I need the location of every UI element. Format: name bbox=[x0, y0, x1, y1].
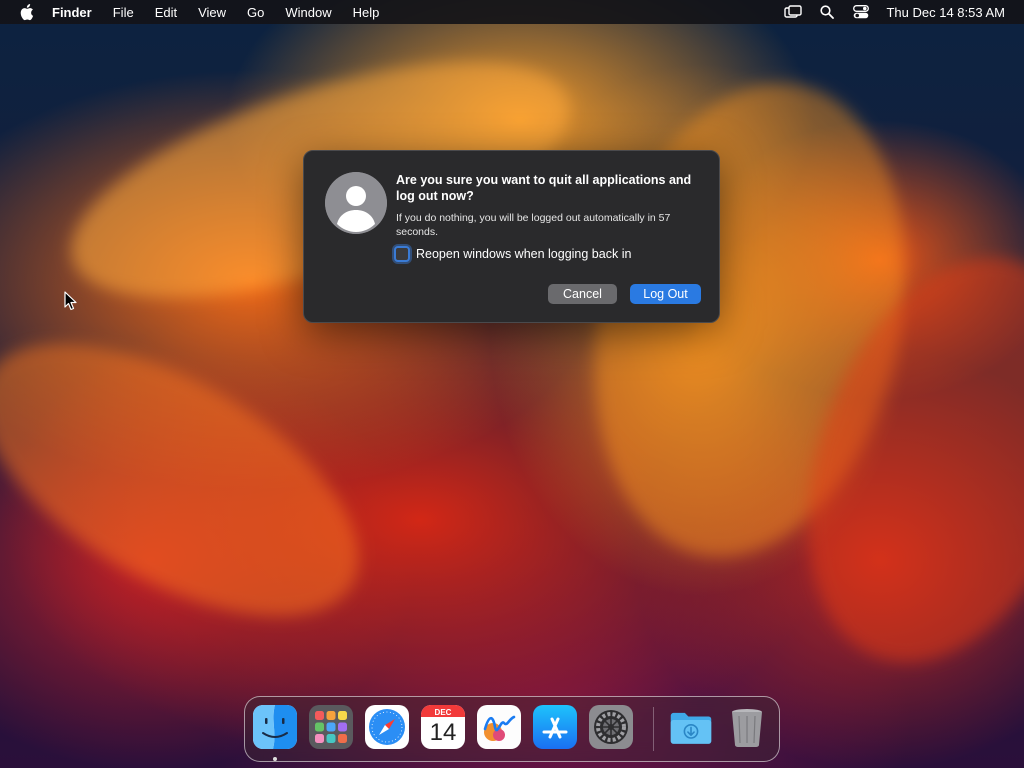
menu-go[interactable]: Go bbox=[247, 5, 264, 20]
finder-icon[interactable] bbox=[253, 705, 297, 749]
control-center-icon[interactable] bbox=[852, 4, 870, 20]
dock: DEC 14 bbox=[244, 696, 780, 762]
dialog-message: If you do nothing, you will be logged ou… bbox=[396, 212, 671, 238]
spotlight-search-icon[interactable] bbox=[818, 4, 836, 20]
menu-window[interactable]: Window bbox=[285, 5, 331, 20]
downloads-folder-icon[interactable] bbox=[669, 705, 713, 749]
menu-edit[interactable]: Edit bbox=[155, 5, 177, 20]
dialog-title: Are you sure you want to quit all applic… bbox=[396, 173, 692, 203]
finder-running-indicator bbox=[273, 757, 277, 761]
screen-mirroring-icon[interactable] bbox=[784, 4, 803, 20]
system-settings-icon[interactable] bbox=[589, 705, 633, 749]
trash-icon[interactable] bbox=[725, 705, 769, 749]
calendar-month: DEC bbox=[434, 708, 452, 717]
app-store-icon[interactable] bbox=[533, 705, 577, 749]
wallpaper-glow bbox=[0, 288, 402, 672]
menu-bar: Finder File Edit View Go Window Help Thu… bbox=[0, 0, 1024, 24]
log-out-button[interactable]: Log Out bbox=[630, 284, 701, 304]
reopen-windows-option[interactable]: Reopen windows when logging back in bbox=[394, 246, 631, 262]
calendar-icon[interactable]: DEC 14 bbox=[421, 705, 465, 749]
menu-bar-clock[interactable]: Thu Dec 14 8:53 AM bbox=[886, 5, 1005, 20]
menu-view[interactable]: View bbox=[198, 5, 226, 20]
freeform-icon[interactable] bbox=[477, 705, 521, 749]
dock-divider bbox=[653, 707, 654, 751]
menu-help[interactable]: Help bbox=[353, 5, 380, 20]
reopen-windows-checkbox[interactable] bbox=[394, 246, 410, 262]
cancel-button[interactable]: Cancel bbox=[548, 284, 617, 304]
menu-file[interactable]: File bbox=[113, 5, 134, 20]
apple-menu-icon[interactable] bbox=[18, 3, 34, 21]
reopen-windows-label[interactable]: Reopen windows when logging back in bbox=[416, 247, 631, 261]
menu-app-name[interactable]: Finder bbox=[52, 5, 92, 20]
launchpad-icon[interactable] bbox=[309, 705, 353, 749]
safari-icon[interactable] bbox=[365, 705, 409, 749]
mouse-cursor-icon bbox=[64, 291, 77, 311]
logout-confirmation-dialog: Are you sure you want to quit all applic… bbox=[303, 150, 720, 323]
calendar-day: 14 bbox=[429, 719, 457, 746]
desktop-wallpaper bbox=[0, 0, 1024, 768]
user-avatar-icon bbox=[325, 172, 387, 234]
